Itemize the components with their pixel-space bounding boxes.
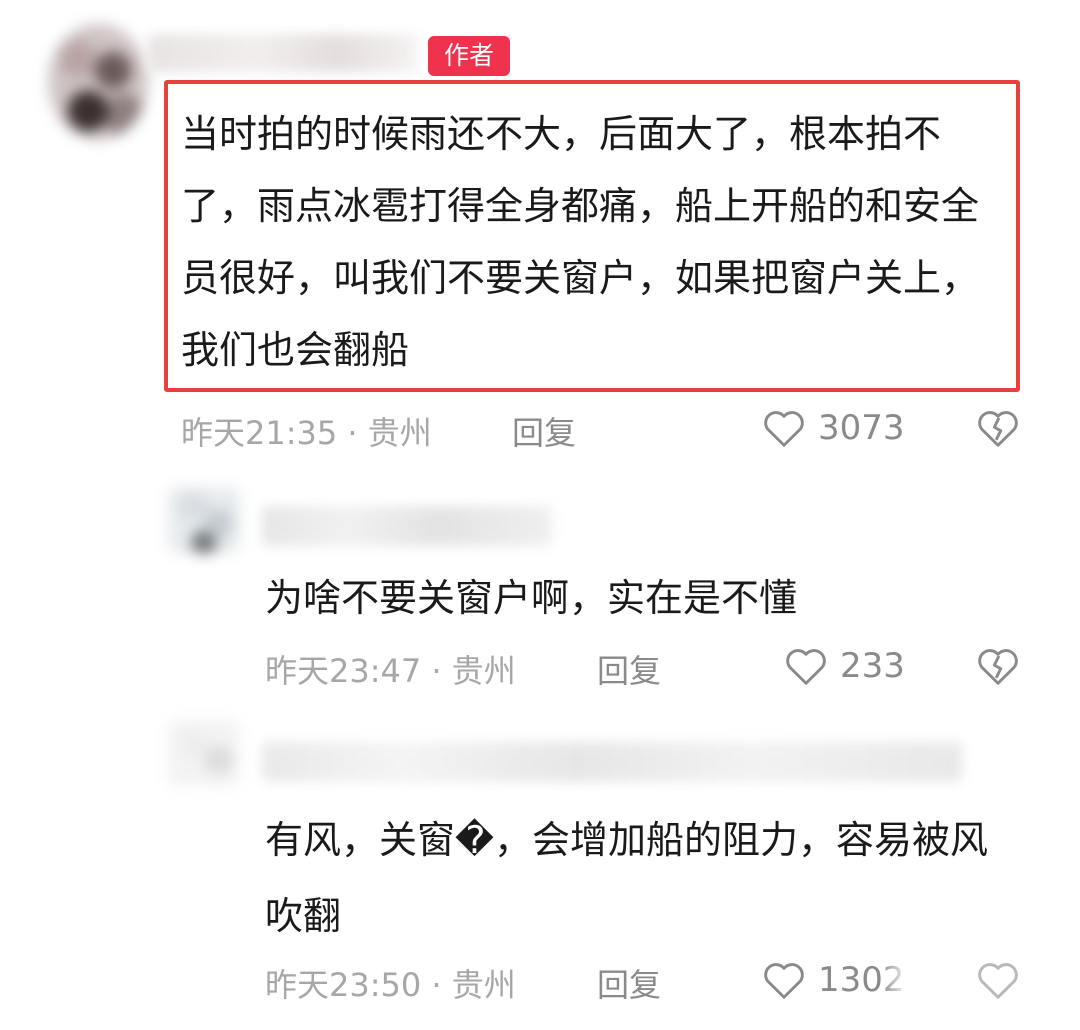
comment-location: 贵州 xyxy=(367,414,432,452)
avatar[interactable] xyxy=(168,487,240,553)
reply-location: 贵州 xyxy=(451,652,516,690)
broken-heart-icon xyxy=(978,649,1018,685)
like-button[interactable]: 3073 xyxy=(762,408,905,448)
reply-time: 昨天23:47 xyxy=(265,652,422,690)
author-badge: 作者 xyxy=(428,36,510,76)
reply-button[interactable]: 回复 xyxy=(597,960,661,1006)
heart-outline-icon xyxy=(764,411,804,447)
avatar[interactable] xyxy=(48,24,148,140)
username-blurred[interactable] xyxy=(148,34,418,72)
username-blurred[interactable] xyxy=(262,506,552,546)
dislike-button[interactable] xyxy=(976,960,1020,1004)
like-count: 3073 xyxy=(818,408,905,448)
reply-time: 昨天23:50 xyxy=(265,966,422,1004)
heart-outline-icon xyxy=(786,649,826,685)
comment-time: 昨天21:35 xyxy=(181,414,338,452)
dislike-button[interactable] xyxy=(976,646,1020,690)
like-button[interactable]: 233 xyxy=(784,646,905,686)
reply-button[interactable]: 回复 xyxy=(597,646,661,692)
heart-outline-icon xyxy=(764,963,804,999)
reply-text: 有风，关窗�，会增加船的阻力，容易被风吹翻 xyxy=(265,818,988,938)
comment-text: 当时拍的时候雨还不大，后面大了，根本拍不了，雨点冰雹打得全身都痛，船上开船的和安… xyxy=(181,112,980,372)
broken-heart-icon xyxy=(978,963,1018,999)
like-count: 233 xyxy=(840,646,905,686)
reply-text: 为啥不要关窗户啊，实在是不懂 xyxy=(265,576,798,620)
reply-location: 贵州 xyxy=(451,966,516,1004)
dislike-button[interactable] xyxy=(976,408,1020,452)
meta-separator: · xyxy=(421,966,452,1004)
username-blurred[interactable] xyxy=(262,742,962,782)
meta-separator: · xyxy=(337,414,368,452)
meta-separator: · xyxy=(421,652,452,690)
avatar[interactable] xyxy=(168,720,240,786)
comment-meta: 昨天21:35 · 贵州 xyxy=(181,408,432,454)
reply-meta: 昨天23:47 · 贵州 xyxy=(265,646,516,692)
broken-heart-icon xyxy=(978,411,1018,447)
reply-button[interactable]: 回复 xyxy=(512,408,576,454)
reply-meta: 昨天23:50 · 贵州 xyxy=(265,960,516,1006)
